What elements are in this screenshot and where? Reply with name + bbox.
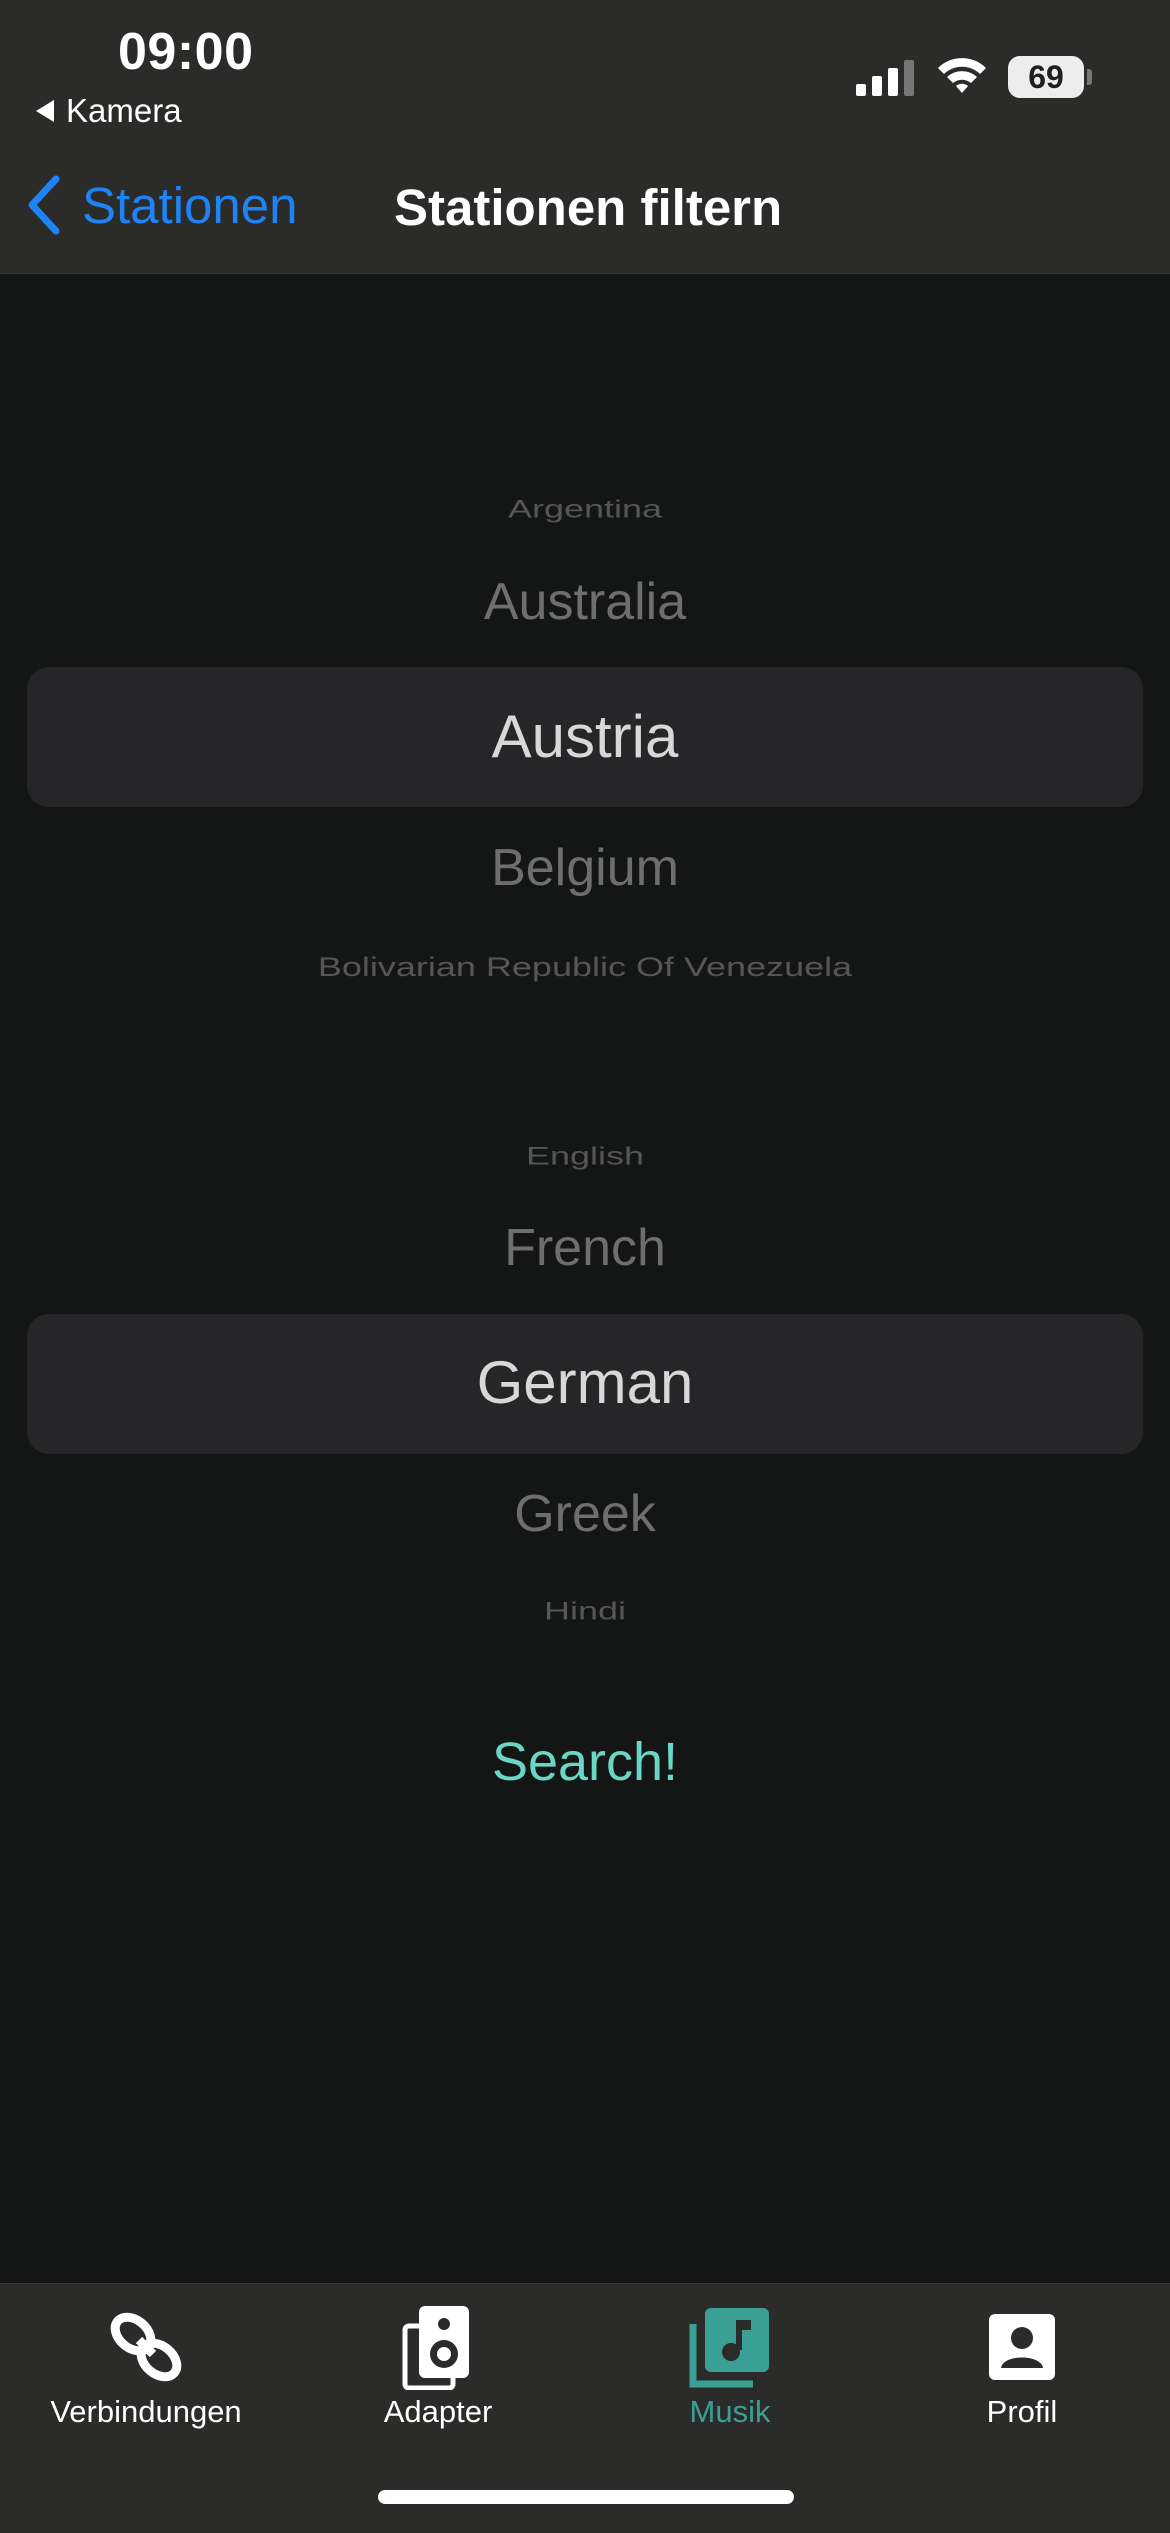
profile-icon <box>989 2314 1055 2380</box>
picker-row[interactable]: Greek <box>0 1484 1170 1544</box>
status-time: 09:00 <box>118 23 254 81</box>
home-indicator <box>378 2490 794 2504</box>
tab-label: Adapter <box>383 2394 493 2429</box>
back-triangle-icon <box>36 100 54 122</box>
picker-row-selected[interactable]: Austria <box>0 702 1170 771</box>
picker-row[interactable]: Argentina <box>0 494 1170 523</box>
tab-label: Profil <box>986 2394 1058 2429</box>
country-picker[interactable]: Argentina Australia Austria Belgium Boli… <box>0 440 1170 1020</box>
tab-adapter[interactable]: Adapter <box>292 2304 584 2430</box>
picker-row[interactable]: Hindi <box>0 1596 1170 1625</box>
nav-back-label: Stationen <box>82 176 298 234</box>
tab-musik[interactable]: Musik <box>584 2304 876 2430</box>
search-button[interactable]: Search! <box>0 1730 1170 1794</box>
battery-level: 69 <box>1028 58 1064 95</box>
picker-row[interactable]: French <box>0 1218 1170 1278</box>
nav-back-button[interactable]: Stationen <box>26 175 298 235</box>
picker-row[interactable]: Belgium <box>0 838 1170 898</box>
chevron-left-icon <box>28 175 60 235</box>
tab-label: Verbindungen <box>50 2394 242 2429</box>
picker-row[interactable]: Bolivarian Republic Of Venezuela <box>0 951 1170 983</box>
wifi-icon <box>938 58 986 93</box>
picker-row[interactable]: English <box>0 1141 1170 1170</box>
back-app-label: Kamera <box>66 92 182 129</box>
picker-row-selected[interactable]: German <box>0 1348 1170 1417</box>
link-icon <box>110 2312 182 2382</box>
battery-icon: 69 <box>1008 56 1084 98</box>
tab-verbindungen[interactable]: Verbindungen <box>0 2304 292 2430</box>
music-library-icon <box>689 2308 769 2388</box>
tab-profil[interactable]: Profil <box>876 2304 1168 2430</box>
cellular-signal-icon <box>856 58 916 96</box>
page-title: Stationen filtern <box>394 179 783 236</box>
back-to-app-link[interactable]: Kamera <box>36 92 182 130</box>
language-picker[interactable]: English French German Greek Hindi <box>0 1100 1170 1680</box>
tab-label: Musik <box>689 2394 771 2429</box>
picker-row[interactable]: Australia <box>0 572 1170 632</box>
top-bar: 09:00 Kamera 69 Stationen Stationen filt… <box>0 0 1170 274</box>
speaker-icon <box>402 2306 469 2390</box>
battery-tip <box>1087 69 1092 85</box>
